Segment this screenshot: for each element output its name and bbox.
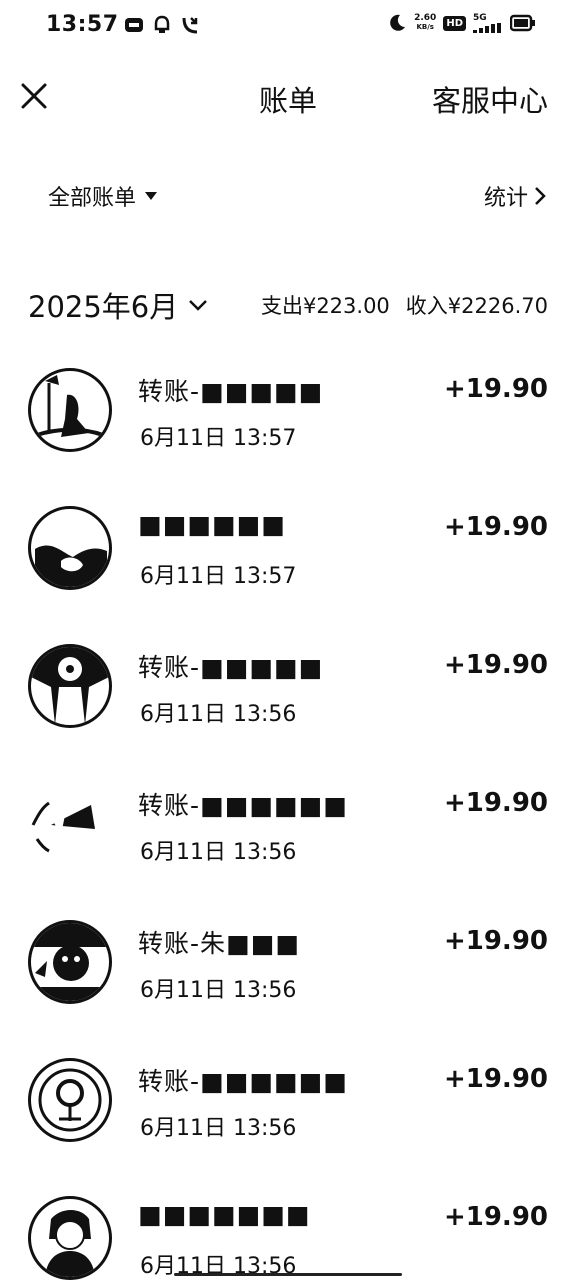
close-icon xyxy=(21,83,47,109)
missed-call-icon xyxy=(182,17,198,34)
transaction-row[interactable]: ■■■■■■■ 6月11日 13:56 +19.90 xyxy=(0,1184,576,1280)
signal-icon xyxy=(473,22,501,33)
transaction-name: 转账-■■■■■ xyxy=(138,653,324,682)
customer-service-link[interactable]: 客服中心 xyxy=(432,78,548,120)
transaction-time: 6月11日 13:57 xyxy=(140,564,297,589)
transaction-name: ■■■■■■ xyxy=(138,510,286,539)
avatar-image xyxy=(31,647,109,725)
avatar xyxy=(28,644,112,728)
net-speed-unit: KB/s xyxy=(416,23,434,31)
avatar-image xyxy=(45,1210,95,1277)
close-button[interactable] xyxy=(18,80,50,112)
net-speed-value: 2.60 xyxy=(414,13,437,23)
transaction-amount: +19.90 xyxy=(443,512,548,542)
nav-bar: 账单 客服中心 xyxy=(0,64,576,128)
transaction-amount: +19.90 xyxy=(443,374,548,404)
net-speed: 2.60 KB/s xyxy=(414,14,436,32)
home-indicator[interactable] xyxy=(174,1273,402,1276)
moon-icon xyxy=(390,14,406,31)
transaction-name: ■■■■■■■ xyxy=(138,1200,311,1229)
avatar-image xyxy=(31,801,95,853)
transaction-time: 6月11日 13:56 xyxy=(140,702,297,727)
transaction-name: 转账-■■■■■■ xyxy=(138,791,348,820)
all-bills-dropdown[interactable]: 全部账单 xyxy=(48,180,158,212)
transaction-amount: +19.90 xyxy=(443,1202,548,1232)
avatar xyxy=(28,782,112,866)
filter-row: 全部账单 统计 xyxy=(0,176,576,216)
transaction-amount: +19.90 xyxy=(443,1064,548,1094)
all-bills-label: 全部账单 xyxy=(48,186,137,211)
month-label: 2025年6月 xyxy=(28,290,179,324)
status-bar: 13:57 2.60 KB/s HD 5G xyxy=(0,0,576,56)
battery-icon xyxy=(510,14,535,32)
status-right: 2.60 KB/s HD 5G xyxy=(387,13,536,33)
transaction-amount: +19.90 xyxy=(443,926,548,956)
network-block: 5G xyxy=(473,12,503,33)
avatar xyxy=(28,1058,112,1142)
avatar xyxy=(28,1196,112,1280)
chevron-down-icon xyxy=(189,300,208,311)
transaction-list: 转账-■■■■■ 6月11日 13:57 +19.90 ■■■■■■ 6月11日… xyxy=(0,356,576,1280)
avatar-image xyxy=(35,545,107,587)
transaction-row[interactable]: 转账-朱■■■ 6月11日 13:56 +19.90 xyxy=(0,908,576,1046)
transaction-time: 6月11日 13:56 xyxy=(140,978,297,1003)
month-selector[interactable]: 2025年6月 xyxy=(28,284,208,326)
status-time: 13:57 xyxy=(46,12,119,37)
transaction-name: 转账-■■■■■■ xyxy=(138,1067,348,1096)
transaction-time: 6月11日 13:56 xyxy=(140,840,297,865)
bell-icon xyxy=(154,15,170,33)
income-total: 收入¥2226.70 xyxy=(405,294,548,318)
hd-badge: HD xyxy=(443,15,466,31)
network-label: 5G xyxy=(473,12,487,23)
avatar-image xyxy=(38,1068,102,1132)
app-badge-icon xyxy=(125,18,143,32)
avatar xyxy=(28,506,112,590)
chevron-right-icon xyxy=(535,187,546,205)
status-left-icons xyxy=(124,15,200,35)
stats-label: 统计 xyxy=(483,186,528,211)
transaction-row[interactable]: ■■■■■■ 6月11日 13:57 +19.90 xyxy=(0,494,576,632)
transaction-row[interactable]: 转账-■■■■■ 6月11日 13:56 +19.90 xyxy=(0,632,576,770)
caret-down-icon xyxy=(145,192,158,200)
transaction-name: 转账-■■■■■ xyxy=(138,377,324,406)
transaction-time: 6月11日 13:56 xyxy=(140,1116,297,1141)
transaction-row[interactable]: 转账-■■■■■■ 6月11日 13:56 +19.90 xyxy=(0,770,576,908)
month-summary: 支出¥223.00 收入¥2226.70 xyxy=(261,290,548,320)
avatar-image xyxy=(36,375,104,437)
avatar xyxy=(28,920,112,1004)
transaction-row[interactable]: 转账-■■■■■ 6月11日 13:57 +19.90 xyxy=(0,356,576,494)
stats-link[interactable]: 统计 xyxy=(484,180,546,212)
transaction-row[interactable]: 转账-■■■■■■ 6月11日 13:56 +19.90 xyxy=(0,1046,576,1184)
transaction-time: 6月11日 13:57 xyxy=(140,426,297,451)
avatar-image xyxy=(31,923,109,1001)
transaction-amount: +19.90 xyxy=(443,650,548,680)
transaction-amount: +19.90 xyxy=(443,788,548,818)
avatar xyxy=(28,368,112,452)
transaction-name: 转账-朱■■■ xyxy=(138,929,300,958)
month-row: 2025年6月 支出¥223.00 收入¥2226.70 xyxy=(0,280,576,326)
expense-total: 支出¥223.00 xyxy=(260,294,390,318)
